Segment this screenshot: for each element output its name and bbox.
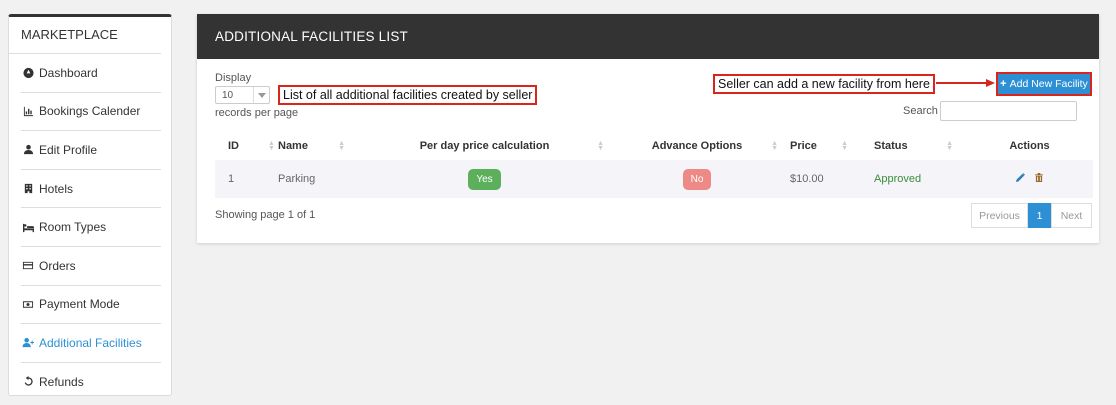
sort-icon: ▲ ▼ xyxy=(597,140,604,152)
column-header-id[interactable]: ID ▲ ▼ xyxy=(215,131,277,160)
dashboard-icon xyxy=(21,67,35,79)
search-input[interactable] xyxy=(940,101,1077,121)
column-header-per-day[interactable]: Per day price calculation ▲ ▼ xyxy=(357,131,612,160)
display-label: Display xyxy=(215,72,252,84)
sidebar-item-label: Edit Profile xyxy=(39,142,98,157)
money-icon xyxy=(21,299,35,310)
sidebar: MARKETPLACE Dashboard Bookings Calender … xyxy=(8,14,172,396)
panel-title: ADDITIONAL FACILITIES LIST xyxy=(197,14,1099,59)
plus-icon: + xyxy=(1000,78,1007,90)
cell-actions xyxy=(966,160,1093,198)
bed-icon xyxy=(21,222,35,233)
cell-name: Parking xyxy=(278,173,316,185)
sidebar-item-label: Payment Mode xyxy=(39,297,120,312)
facilities-table: ID ▲ ▼ Name ▲ ▼ Per day price calculation … xyxy=(215,131,1093,198)
facilities-panel: ADDITIONAL FACILITIES LIST Display 10 re… xyxy=(197,14,1099,243)
table-row: 1 Parking Yes No $10.00 Approved xyxy=(215,160,1093,198)
advance-badge: No xyxy=(682,168,712,190)
user-plus-icon xyxy=(21,337,35,348)
credit-card-icon xyxy=(21,260,35,271)
sidebar-item-label: Hotels xyxy=(39,181,74,196)
add-button-label: Add New Facility xyxy=(1009,78,1088,90)
pagination: Previous 1 Next xyxy=(971,203,1092,228)
sidebar-item-label: Orders xyxy=(39,258,76,273)
column-header-name[interactable]: Name ▲ ▼ xyxy=(277,131,357,160)
records-per-page-label: records per page xyxy=(215,107,299,119)
page-size-select[interactable]: 10 xyxy=(215,86,270,104)
cell-advance: No xyxy=(612,160,782,198)
column-header-actions: Actions xyxy=(1009,139,1050,152)
delete-icon[interactable] xyxy=(1034,173,1043,185)
annotation-list: List of all additional facilities create… xyxy=(278,85,538,105)
undo-icon xyxy=(21,376,35,387)
cell-price: $10.00 xyxy=(790,173,824,185)
sidebar-item-bookings-calender[interactable]: Bookings Calender xyxy=(21,93,161,132)
showing-page-text: Showing page 1 of 1 xyxy=(215,209,316,221)
next-button[interactable]: Next xyxy=(1051,203,1092,228)
page-size-value: 10 xyxy=(222,90,234,101)
sidebar-item-label: Additional Facilities xyxy=(39,335,142,350)
user-icon xyxy=(21,144,35,155)
cell-status: Approved xyxy=(874,173,922,185)
sort-icon: ▲ ▼ xyxy=(268,140,275,152)
edit-icon[interactable] xyxy=(1016,173,1026,185)
add-new-facility-button[interactable]: + Add New Facility xyxy=(996,72,1092,96)
sidebar-item-label: Room Types xyxy=(39,220,107,235)
sidebar-item-label: Dashboard xyxy=(39,65,98,80)
sort-icon: ▲ ▼ xyxy=(841,140,848,152)
column-header-advance[interactable]: Advance Options ▲ ▼ xyxy=(612,131,782,160)
building-icon xyxy=(21,183,35,194)
column-header-status[interactable]: Status ▲ ▼ xyxy=(866,131,966,160)
sidebar-item-edit-profile[interactable]: Edit Profile xyxy=(21,131,161,170)
sidebar-item-dashboard[interactable]: Dashboard xyxy=(21,54,161,93)
sidebar-item-label: Refunds xyxy=(39,374,84,389)
page-1-button[interactable]: 1 xyxy=(1028,203,1051,228)
sidebar-item-payment-mode[interactable]: Payment Mode xyxy=(21,286,161,325)
sidebar-item-label: Bookings Calender xyxy=(39,104,141,119)
sidebar-item-orders[interactable]: Orders xyxy=(21,247,161,286)
sidebar-item-refunds[interactable]: Refunds xyxy=(21,363,161,401)
annotation-arrow xyxy=(936,79,995,87)
cell-per-day: Yes xyxy=(357,160,612,198)
previous-button[interactable]: Previous xyxy=(971,203,1028,228)
sort-icon: ▲ ▼ xyxy=(946,140,953,152)
sidebar-item-hotels[interactable]: Hotels xyxy=(21,170,161,209)
annotation-add: Seller can add a new facility from here xyxy=(713,74,935,94)
sidebar-item-room-types[interactable]: Room Types xyxy=(21,208,161,247)
sort-icon: ▲ ▼ xyxy=(338,140,345,152)
chart-icon xyxy=(21,106,35,117)
per-day-badge: Yes xyxy=(468,168,501,190)
column-header-price[interactable]: Price ▲ ▼ xyxy=(782,131,866,160)
chevron-down-icon xyxy=(253,87,269,103)
cell-id: 1 xyxy=(228,173,235,185)
search-label: Search xyxy=(903,105,938,117)
sort-icon: ▲ ▼ xyxy=(771,140,778,152)
sidebar-title: MARKETPLACE xyxy=(9,17,161,54)
sidebar-item-additional-facilities[interactable]: Additional Facilities xyxy=(21,324,161,363)
